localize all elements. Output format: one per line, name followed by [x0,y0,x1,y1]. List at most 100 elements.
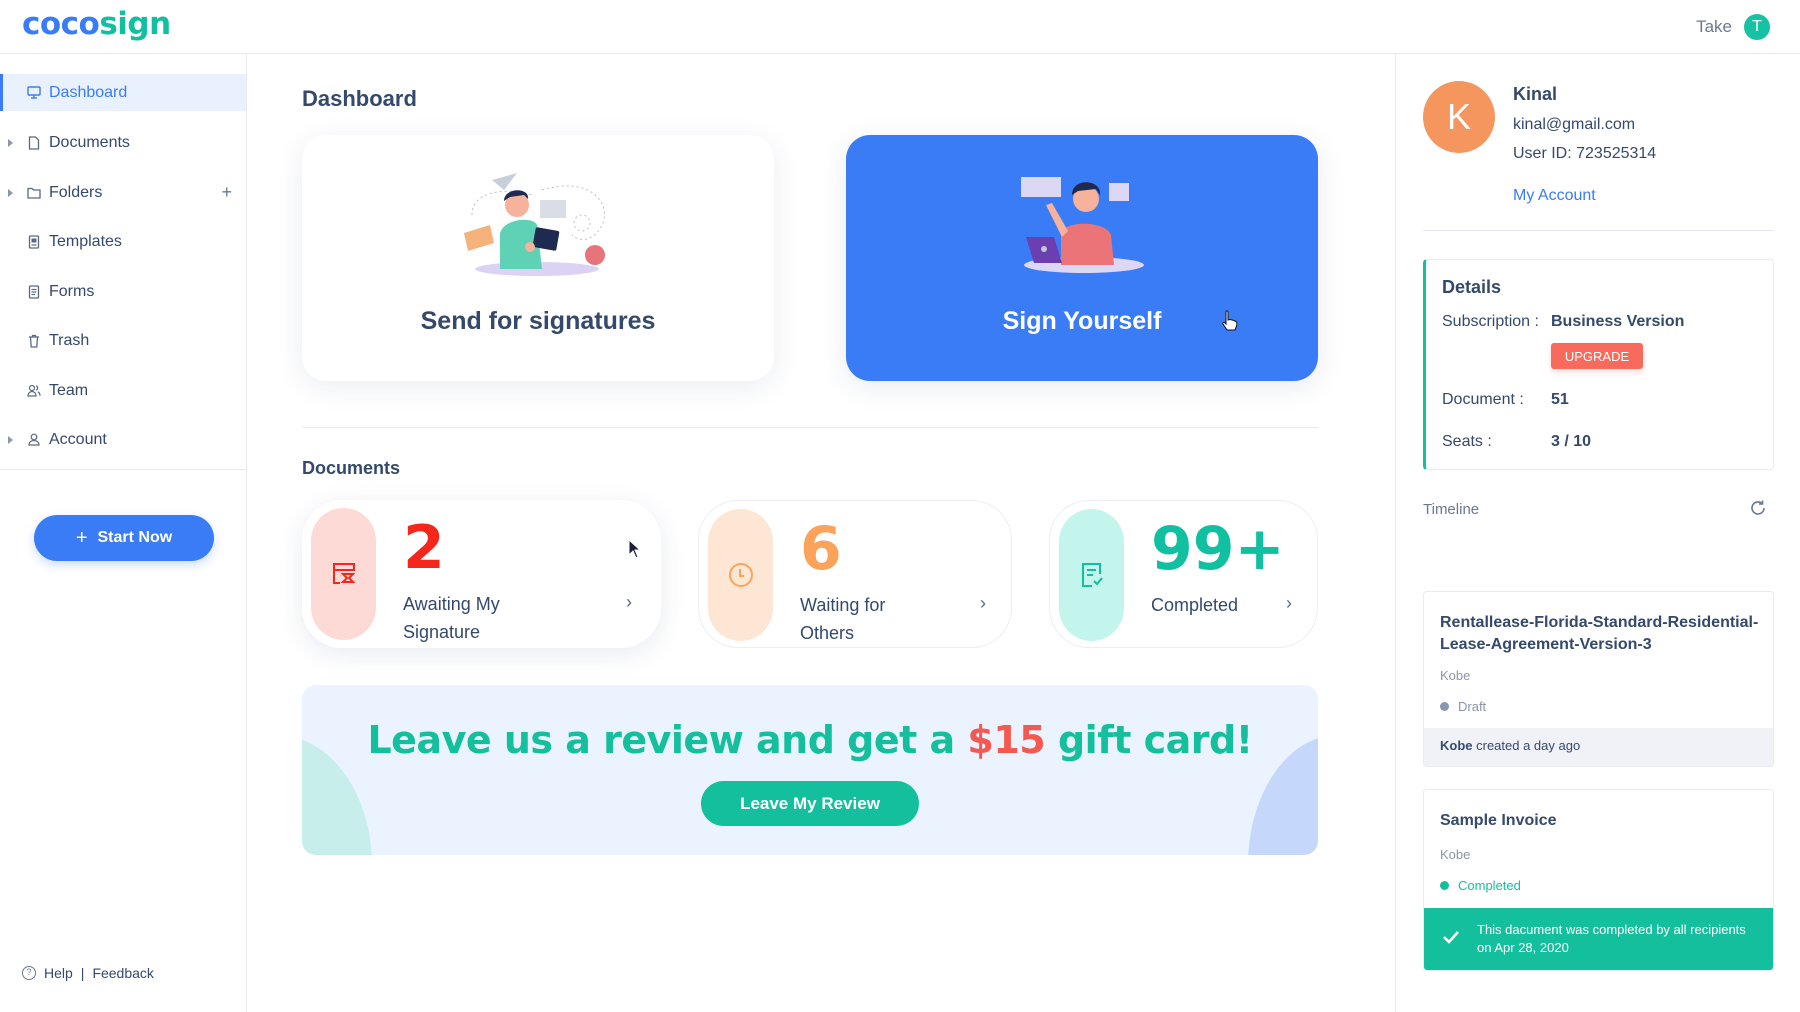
sidebar-item-label: Documents [49,133,130,151]
sidebar-item-folders[interactable]: Folders + [0,174,246,211]
banner-headline: Leave us a review and get a $15 gift car… [302,718,1318,762]
timeline-item-owner: Kobe [1440,668,1471,683]
sidebar-item-label: Templates [49,232,122,250]
subscription-value: Business Version [1551,313,1685,330]
status-label: Completed [1458,878,1521,893]
status-dot-icon [1440,881,1449,890]
sidebar-item-dashboard[interactable]: Dashboard [0,74,246,111]
trash-icon [27,334,41,348]
top-header: cocosign Take T [0,0,1800,54]
stat-icon-pill [708,509,773,641]
waiting-for-others-card[interactable]: 6 Waiting for Others › [698,500,1012,648]
leave-my-review-button[interactable]: Leave My Review [701,781,919,826]
logo-text-sign: sign [99,6,171,42]
send-for-signatures-title: Send for signatures [420,307,656,335]
right-panel: K Kinal kinal@gmail.com User ID: 7235253… [1395,54,1800,1012]
user-menu[interactable]: Take T [1696,14,1770,40]
stat-icon-pill [1059,509,1124,641]
review-banner: Leave us a review and get a $15 gift car… [302,685,1318,855]
stat-label: Awaiting My Signature [403,594,500,642]
expand-caret-icon[interactable] [8,138,13,147]
status-dot-icon [1440,702,1449,711]
stat-label: Completed [1151,595,1239,615]
chevron-right-icon[interactable]: › [1286,593,1292,614]
sidebar-item-templates[interactable]: Templates [0,223,246,260]
footer-text: created a day ago [1472,738,1581,753]
expand-caret-icon[interactable] [8,435,13,444]
sign-yourself-title: Sign Yourself [1002,307,1162,335]
doc-check-icon [1081,563,1103,587]
profile-divider [1423,230,1774,231]
chevron-right-icon[interactable]: › [626,592,632,613]
timeline-item[interactable]: Rentallease-Florida-Standard-Residential… [1423,591,1774,767]
sidebar-item-forms[interactable]: Forms [0,273,246,310]
expand-caret-icon[interactable] [8,188,13,197]
hourglass-doc-icon [332,563,355,584]
sidebar: Dashboard Documents Folders + Templates … [0,54,247,1012]
seats-label: Seats : [1442,433,1492,450]
details-title: Details [1442,277,1502,297]
stat-label: Waiting for Others [800,595,886,643]
sidebar-item-trash[interactable]: Trash [0,322,246,359]
subscription-label: Subscription : [1442,313,1539,330]
my-account-link[interactable]: My Account [1513,187,1596,205]
start-now-button[interactable]: + Start Now [34,515,214,561]
timeline-item-footer: Kobe created a day ago [1424,728,1773,766]
sidebar-item-team[interactable]: Team [0,372,246,409]
add-folder-button[interactable]: + [221,182,232,203]
timeline-item-status: Completed [1440,878,1521,893]
completed-card[interactable]: 99+ Completed › [1049,500,1318,648]
help-link[interactable]: Help [44,965,73,981]
section-divider [302,427,1318,428]
user-menu-name: Take [1696,17,1732,36]
sign-illustration [1021,177,1144,273]
clock-icon [728,563,753,587]
feedback-link[interactable]: Feedback [92,965,153,981]
refresh-icon[interactable] [1749,499,1767,517]
sidebar-item-label: Account [49,430,107,448]
start-now-label: Start Now [97,529,173,546]
cocosign-logo[interactable]: cocosign [22,6,171,42]
send-for-signatures-card[interactable]: Send for signatures [302,135,774,381]
document-count-label: Document : [1442,391,1524,408]
profile-user-id: User ID: 723525314 [1513,145,1657,162]
checkmark-icon [1443,931,1459,944]
team-icon [27,384,41,398]
timeline-item-status: Draft [1440,699,1486,714]
sidebar-item-documents[interactable]: Documents [0,124,246,161]
plus-icon: + [75,527,88,549]
document-count-value: 51 [1551,391,1569,408]
awaiting-my-signature-card[interactable]: 2 Awaiting My Signature › [302,500,661,648]
profile-email: kinal@gmail.com [1513,116,1636,133]
user-icon [27,433,41,447]
file-icon [27,135,41,150]
page-title: Dashboard [302,86,417,111]
footer-actor: Kobe [1440,738,1473,753]
stat-count: 99+ [1151,514,1285,584]
banner-text: gift card! [1045,718,1253,762]
user-avatar: T [1744,14,1770,40]
form-icon [27,284,41,299]
sidebar-item-label: Folders [49,183,103,201]
sign-yourself-card[interactable]: Sign Yourself [846,135,1318,381]
footer-separator: | [80,965,85,981]
profile-avatar: K [1423,81,1495,153]
status-label: Draft [1458,699,1487,714]
profile-name: Kinal [1513,84,1558,104]
timeline-title: Timeline [1423,501,1480,518]
sidebar-item-account[interactable]: Account [0,421,246,458]
details-card: Details Subscription : Business Version … [1423,259,1774,470]
sidebar-item-label: Dashboard [49,83,128,101]
stat-icon-pill [311,508,376,640]
timeline-item[interactable]: Sample Invoice Kobe Completed This dacum… [1423,789,1774,971]
monitor-icon [27,86,41,100]
timeline-item-title: Rentallease-Florida-Standard-Residential… [1440,614,1759,653]
folder-icon [27,186,41,200]
sidebar-item-label: Forms [49,282,95,300]
stat-count: 2 [403,513,445,583]
send-illustration [464,173,605,276]
upgrade-button[interactable]: UPGRADE [1551,343,1643,369]
chevron-right-icon[interactable]: › [980,593,986,614]
completion-text: This dacument was completed by all recip… [1477,922,1746,955]
logo-text-coco: coco [22,6,100,42]
